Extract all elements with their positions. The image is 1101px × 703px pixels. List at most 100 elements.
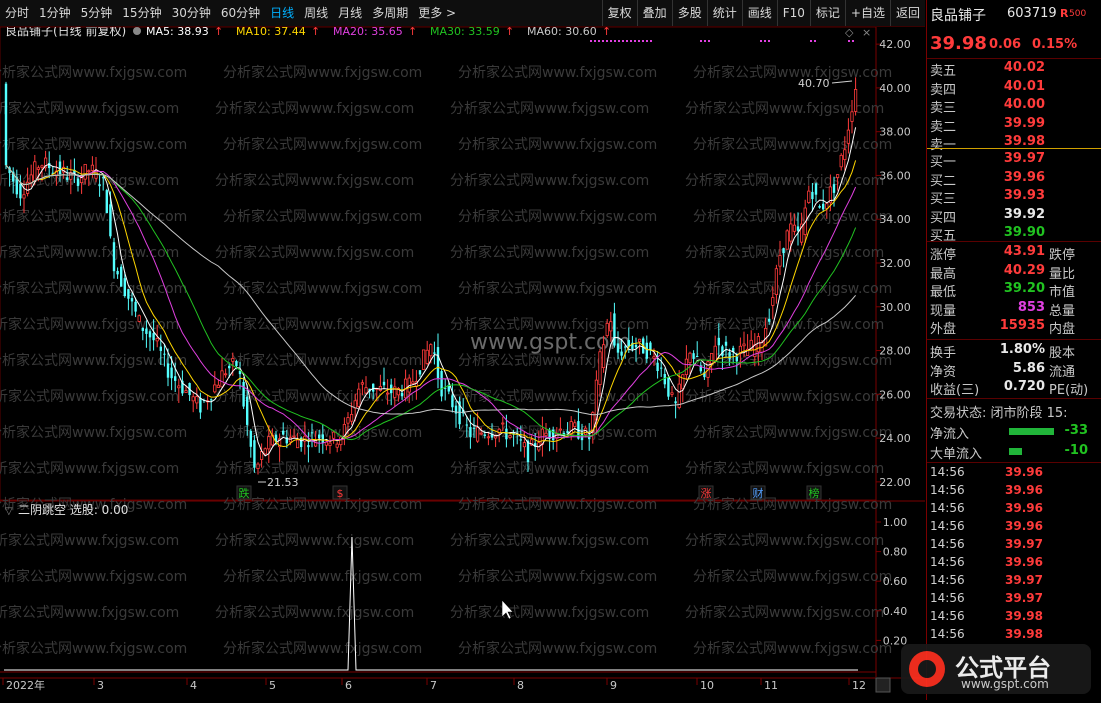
index-flag: 500	[1069, 9, 1087, 19]
toolbar-button-7[interactable]: +自选	[844, 0, 890, 26]
period-toolbar: 分时 1分钟 5分钟 15分钟 30分钟 60分钟 日线 周线 月线 多周期 更多 > 复权 叠加 多股…	[0, 0, 925, 27]
period-tab-2[interactable]: 5分钟	[76, 0, 118, 26]
bid-label: 买四	[930, 210, 957, 226]
fundamental-right-label: 股本	[1049, 346, 1076, 361]
candle-body-up	[213, 384, 217, 393]
period-tab-1[interactable]: 1分钟	[34, 0, 76, 26]
period-tab-5[interactable]: 60分钟	[216, 0, 265, 26]
period-tab-8[interactable]: 月线	[333, 0, 367, 26]
stat-label: 现量	[930, 303, 957, 319]
stat-value: 43.91	[1003, 244, 1045, 259]
bid-value: 39.97	[1003, 151, 1045, 166]
event-marker-2[interactable]: 涨	[701, 487, 712, 500]
indicator-collapse-icon[interactable]: ▽	[5, 506, 13, 517]
candle-body-up	[87, 170, 91, 173]
date-tick-label: 4	[190, 679, 197, 692]
candle-body-up	[155, 338, 159, 342]
tick-row: 14:56 39.97	[927, 537, 1101, 555]
bid-value: 39.93	[1003, 188, 1045, 203]
date-tick-label: 12	[852, 679, 866, 692]
toolbar-button-1[interactable]: 叠加	[636, 0, 672, 26]
ask-row: 卖二 39.99	[927, 116, 1101, 135]
watermark-text: 分析家公式网www.fxjgsw.com	[693, 64, 892, 81]
candle-body-down	[418, 370, 422, 375]
settings-icon[interactable]	[133, 27, 141, 35]
stat-row: 最高 40.29 量比	[927, 263, 1101, 282]
event-marker-1[interactable]: $	[337, 487, 344, 500]
candle-body-down	[818, 205, 821, 208]
high-arrow-icon	[831, 80, 853, 84]
candle-body-up	[137, 315, 141, 322]
close-icon[interactable]: ×	[862, 26, 871, 39]
tick-price: 39.97	[1005, 537, 1043, 551]
candle-body-down	[645, 342, 648, 359]
toolbar-button-4[interactable]: 画线	[741, 0, 777, 26]
watermark-text: 分析家公式网www.fxjgsw.com	[0, 604, 179, 621]
watermark-text: 分析家公式网www.fxjgsw.com	[685, 460, 884, 477]
period-tab-0[interactable]: 分时	[0, 0, 34, 26]
candle-body-up	[184, 390, 188, 393]
date-tick-label: 3	[97, 679, 104, 692]
watermark-text: 分析家公式网www.fxjgsw.com	[0, 136, 187, 153]
tick-time: 14:56	[930, 573, 965, 587]
event-marker-4[interactable]: 榜	[809, 486, 820, 500]
candle-body-up	[785, 230, 789, 250]
flow-bar	[1009, 448, 1022, 455]
period-tab-7[interactable]: 周线	[299, 0, 333, 26]
candle-body-down	[98, 184, 101, 187]
bid-row: 买四 39.92	[927, 207, 1101, 226]
toolbar-button-8[interactable]: 返回	[889, 0, 925, 26]
candle-body-up	[360, 382, 365, 385]
candle-body-down	[19, 183, 22, 199]
watermark-text: 分析家公式网www.fxjgsw.com	[0, 640, 187, 657]
event-marker-0[interactable]: 跌	[239, 486, 250, 500]
toolbar-button-2[interactable]: 多股	[671, 0, 707, 26]
candle-body-down	[170, 367, 173, 379]
candle-body-up	[843, 149, 847, 160]
toolbar-button-0[interactable]: 复权	[601, 0, 637, 26]
candle-body-up	[220, 370, 224, 388]
candle-body-down	[613, 313, 616, 346]
signal-dot	[764, 40, 766, 42]
toolbar-button-6[interactable]: 标记	[809, 0, 845, 26]
watermark-text: 分析家公式网www.fxjgsw.com	[458, 640, 657, 657]
ask-row: 卖五 40.02	[927, 60, 1101, 79]
period-tab-4[interactable]: 30分钟	[167, 0, 216, 26]
stat-label: 涨停	[930, 248, 957, 263]
candle-body-down	[822, 203, 825, 210]
toolbar-button-5[interactable]: F10	[776, 0, 810, 26]
candle-body-down	[249, 430, 252, 447]
candle-body-up	[479, 432, 483, 435]
candle-body-up	[263, 448, 267, 455]
period-tab-10[interactable]: 更多 >	[413, 0, 461, 26]
kline-chart[interactable]: 分析家公式网www.fxjgsw.com 分析家公式网www.fxjgsw.com…	[0, 23, 925, 700]
watermark-text: 分析家公式网www.fxjgsw.com	[223, 640, 422, 657]
signal-dot	[768, 40, 770, 42]
period-tab-6[interactable]: 日线	[265, 0, 299, 26]
toolbar-button-3[interactable]: 统计	[706, 0, 742, 26]
signal-dot	[606, 40, 608, 42]
candle-body-down	[235, 361, 238, 367]
tick-price: 39.98	[1005, 609, 1043, 623]
kline-chart-area[interactable]: 分析家公式网www.fxjgsw.com 分析家公式网www.fxjgsw.com…	[0, 23, 925, 700]
period-tab-3[interactable]: 15分钟	[117, 0, 166, 26]
candle-body-down	[436, 347, 440, 379]
tick-time: 14:56	[930, 537, 965, 551]
flow-label: 净流入	[930, 427, 970, 442]
watermark-text: 分析家公式网www.fxjgsw.com	[450, 460, 649, 477]
candle-body-up	[29, 174, 33, 184]
collapse-diamond-icon[interactable]: ◇	[845, 26, 854, 39]
price-change: 0.06	[989, 37, 1022, 52]
candle-body-down	[127, 289, 130, 299]
candle-body-down	[692, 353, 695, 359]
signal-dot	[650, 40, 652, 42]
candle-body-down	[199, 397, 202, 413]
period-tab-9[interactable]: 多周期	[367, 0, 413, 26]
signal-dot	[700, 40, 702, 42]
watermark-text: 分析家公式网www.fxjgsw.com	[223, 496, 422, 513]
event-marker-3[interactable]: 财	[753, 486, 764, 500]
axis-scroll-button[interactable]	[875, 677, 891, 693]
candle-body-up	[475, 427, 480, 442]
candle-body-up	[83, 163, 87, 180]
stat-label: 外盘	[930, 322, 957, 337]
